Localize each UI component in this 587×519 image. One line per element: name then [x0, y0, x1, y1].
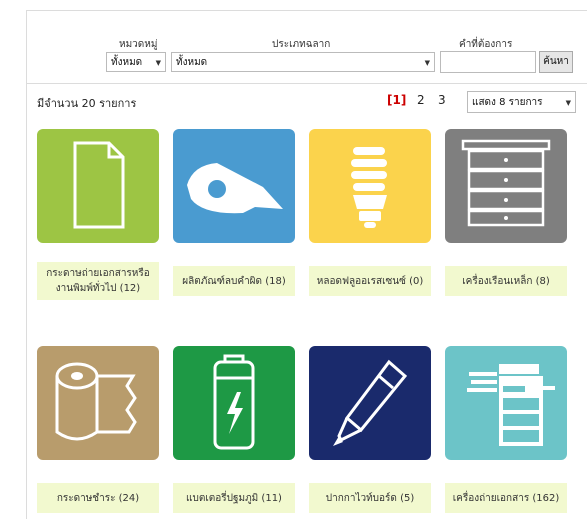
item-caption[interactable]: ผลิตภัณฑ์ลบคำผิด (18) — [173, 266, 295, 296]
item-caption[interactable]: ปากกาไวท์บอร์ด (5) — [309, 483, 431, 513]
tile-correction[interactable] — [173, 129, 295, 243]
tile-marker[interactable] — [309, 346, 431, 460]
category-label: หมวดหมู่ — [119, 39, 158, 50]
tile-toilet-paper[interactable] — [37, 346, 159, 460]
chevron-down-icon: ▼ — [424, 59, 430, 67]
battery-icon — [213, 354, 255, 450]
toilet-paper-icon — [55, 362, 137, 441]
tile-paper[interactable] — [37, 129, 159, 243]
item-caption[interactable]: แบตเตอรี่ปฐมภูมิ (11) — [173, 483, 295, 513]
label-type-select-value: ทั้งหมด — [176, 57, 208, 68]
whiteboard-marker-icon — [333, 359, 408, 446]
page-link-2[interactable]: 2 — [417, 93, 425, 107]
per-page-select[interactable]: แสดง 8 รายการ ▼ — [467, 91, 576, 113]
search-button[interactable]: ค้นหา — [539, 51, 573, 73]
item-caption[interactable]: กระดาษชำระ (24) — [37, 483, 159, 513]
steel-cabinet-icon — [461, 139, 551, 227]
tile-battery[interactable] — [173, 346, 295, 460]
correction-tape-icon — [187, 163, 283, 214]
tile-bulb[interactable] — [309, 129, 431, 243]
item-caption[interactable]: เครื่องถ่ายเอกสาร (162) — [445, 483, 567, 513]
fluorescent-bulb-icon — [351, 147, 387, 228]
paper-icon — [73, 141, 125, 229]
item-caption[interactable]: เครื่องเรือนเหล็ก (8) — [445, 266, 567, 296]
tile-photocopier[interactable] — [445, 346, 567, 460]
chevron-down-icon: ▼ — [155, 59, 161, 67]
filter-bar: หมวดหมู่ ทั้งหมด ▼ ประเภทฉลาก ทั้งหมด ▼ … — [27, 11, 587, 84]
per-page-select-value: แสดง 8 รายการ — [472, 97, 543, 108]
page-link-1[interactable]: [1] — [387, 93, 406, 107]
item-caption[interactable]: หลอดฟลูออเรสเซนซ์ (0) — [309, 266, 431, 296]
label-type-select[interactable]: ทั้งหมด ▼ — [171, 52, 435, 72]
keyword-input[interactable] — [440, 51, 536, 73]
item-caption[interactable]: กระดาษถ่ายเอกสารหรืองานพิมพ์ทั่วไป (12) — [37, 262, 159, 300]
chevron-down-icon: ▼ — [565, 99, 571, 107]
category-select-value: ทั้งหมด — [111, 57, 143, 68]
page-link-3[interactable]: 3 — [438, 93, 446, 107]
photocopier-icon — [467, 364, 555, 446]
result-count: มีจำนวน 20 รายการ — [37, 97, 137, 110]
keyword-label: คำที่ต้องการ — [459, 39, 513, 50]
tile-cabinet[interactable] — [445, 129, 567, 243]
label-type-label: ประเภทฉลาก — [272, 39, 331, 50]
category-select[interactable]: ทั้งหมด ▼ — [106, 52, 166, 72]
